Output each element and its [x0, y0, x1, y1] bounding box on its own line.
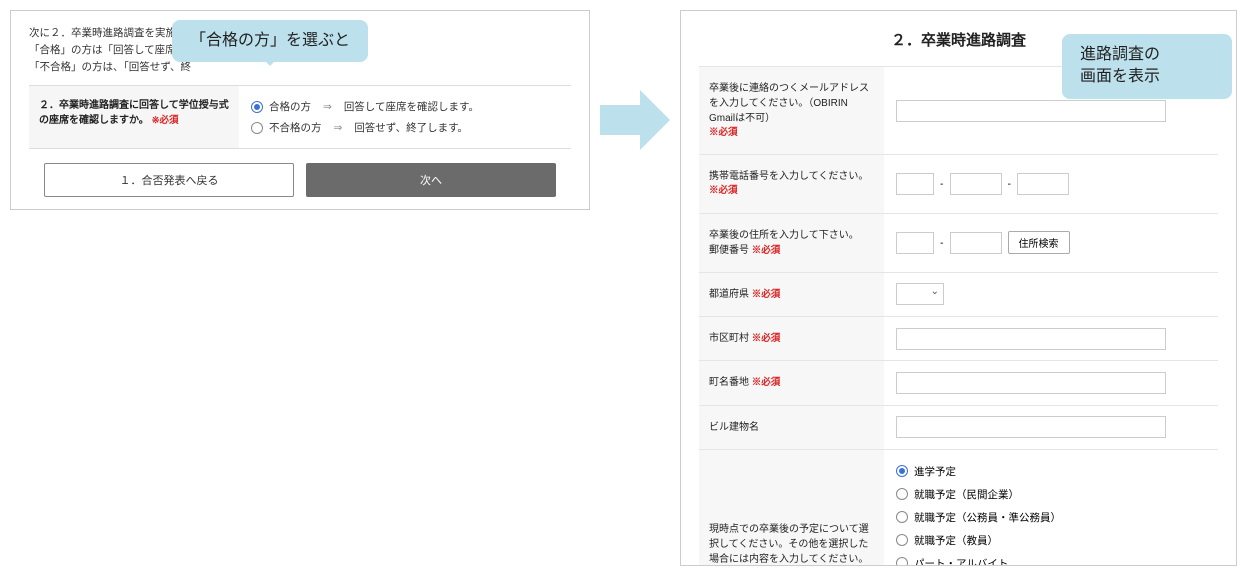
pref-field [884, 273, 1218, 316]
plan-label: 現時点での卒業後の予定について選択してください。その他を選択した場合には内容を入… [699, 450, 884, 567]
plan-options: 進学予定就職予定（民間企業） 就職予定（公務員・準公務員） 就職予定（教員） パート・… [884, 450, 1218, 567]
email-input[interactable] [896, 100, 1166, 122]
required-mark: ※必須 [709, 126, 874, 140]
plan-option-label: 就職予定（公務員・準公務員） [914, 510, 1061, 525]
option-pass-label: 合格の方 [269, 99, 311, 114]
postal-input-1[interactable] [896, 232, 934, 254]
radio-icon [896, 465, 908, 477]
required-mark: ※必須 [152, 115, 179, 126]
row-plan: 現時点での卒業後の予定について選択してください。その他を選択した場合には内容を入… [699, 449, 1218, 567]
row-pref: 都道府県 ※必須 [699, 272, 1218, 316]
next-button[interactable]: 次へ [306, 163, 556, 197]
required-mark: ※必須 [752, 289, 781, 300]
plan-option-label: 進学予定 [914, 464, 956, 479]
separator: - [940, 237, 944, 249]
back-button[interactable]: １．合否発表へ戻る [44, 163, 294, 197]
option-fail-desc: 回答せず、終了します。 [354, 120, 468, 135]
arrow-icon: ⇒ [323, 101, 332, 113]
pref-select[interactable] [896, 283, 944, 305]
survey-confirm-label: ２．卒業時進路調査に回答して学位授与式の座席を確認しますか。 ※必須 [29, 86, 239, 148]
label-text: 現時点での卒業後の予定について選択してください。その他を選択した場合には内容を入… [709, 522, 874, 566]
street-input[interactable] [896, 372, 1166, 394]
plan-option[interactable]: 就職予定（公務員・準公務員） [896, 506, 1206, 529]
flow-arrow-icon [600, 90, 670, 150]
callout-text-2: 画面を表示 [1080, 68, 1160, 85]
city-field [884, 317, 1218, 360]
plan-option[interactable]: 就職予定（教員） [896, 529, 1206, 552]
label-text: 市区町村 [709, 333, 749, 344]
street-field [884, 361, 1218, 404]
callout-text-1: 進路調査の [1080, 46, 1160, 63]
label-text-2: 郵便番号 [709, 245, 749, 256]
email-label: 卒業後に連絡のつくメールアドレスを入力してください。（OBIRIN Gmailは… [699, 67, 884, 154]
phone-label: 携帯電話番号を入力してください。 ※必須 [699, 155, 884, 212]
row-street: 町名番地 ※必須 [699, 360, 1218, 404]
city-input[interactable] [896, 328, 1166, 350]
radio-icon [251, 101, 263, 113]
label-text: ビル建物名 [709, 420, 874, 435]
building-input[interactable] [896, 416, 1166, 438]
phone-input-3[interactable] [1017, 173, 1069, 195]
building-field [884, 406, 1218, 449]
radio-icon [896, 534, 908, 546]
separator: - [1008, 178, 1012, 190]
phone-input-1[interactable] [896, 173, 934, 195]
row-postal: 卒業後の住所を入力して下さい。 郵便番号 ※必須 - 住所検索 [699, 213, 1218, 272]
required-mark: ※必須 [709, 184, 874, 198]
row-building: ビル建物名 [699, 405, 1218, 449]
label-text: 都道府県 [709, 289, 749, 300]
radio-icon [896, 511, 908, 523]
separator: - [940, 178, 944, 190]
survey-confirm-row: ２．卒業時進路調査に回答して学位授与式の座席を確認しますか。 ※必須 合格の方 … [29, 85, 571, 149]
label-text: 携帯電話番号を入力してください。 [709, 169, 874, 184]
street-label: 町名番地 ※必須 [699, 361, 884, 404]
radio-icon [896, 557, 908, 566]
option-pass-desc: 回答して座席を確認します。 [344, 99, 479, 114]
postal-field: - 住所検索 [884, 214, 1218, 272]
label-text-1: 卒業後の住所を入力して下さい。 [709, 228, 874, 243]
required-mark: ※必須 [752, 377, 781, 388]
radio-icon [251, 122, 263, 134]
intro-line-3: 「不合格」の方は、「回答せず、終 [29, 61, 191, 73]
address-search-button[interactable]: 住所検索 [1008, 231, 1070, 254]
callout-text: 「合格の方」を選ぶと [190, 32, 350, 49]
row-phone: 携帯電話番号を入力してください。 ※必須 - - [699, 154, 1218, 212]
plan-option[interactable]: 進学予定 [896, 460, 1206, 483]
survey-confirm-options: 合格の方 ⇒ 回答して座席を確認します。 不合格の方 ⇒ 回答せず、終了します。 [239, 86, 571, 148]
city-label: 市区町村 ※必須 [699, 317, 884, 360]
pref-label: 都道府県 ※必須 [699, 273, 884, 316]
postal-input-2[interactable] [950, 232, 1002, 254]
required-mark: ※必須 [752, 245, 781, 256]
phone-field: - - [884, 155, 1218, 212]
plan-option[interactable]: パート・アルバイト [896, 552, 1206, 567]
phone-input-2[interactable] [950, 173, 1002, 195]
plan-option[interactable]: 就職予定（民間企業） [896, 483, 1206, 506]
radio-icon [896, 488, 908, 500]
callout-show-survey: 進路調査の 画面を表示 [1062, 34, 1232, 99]
question-text: ２．卒業時進路調査に回答して学位授与式の座席を確認しますか。 [39, 100, 229, 126]
button-row: １．合否発表へ戻る 次へ [29, 163, 571, 197]
plan-option-label: 就職予定（民間企業） [914, 487, 1019, 502]
plan-option-label: パート・アルバイト [914, 556, 1008, 567]
required-mark: ※必須 [752, 333, 781, 344]
callout-select-pass: 「合格の方」を選ぶと [172, 20, 368, 62]
label-text: 卒業後に連絡のつくメールアドレスを入力してください。（OBIRIN Gmailは… [709, 81, 874, 126]
postal-label: 卒業後の住所を入力して下さい。 郵便番号 ※必須 [699, 214, 884, 272]
plan-option-label: 就職予定（教員） [914, 533, 998, 548]
option-fail[interactable]: 不合格の方 ⇒ 回答せず、終了します。 [251, 117, 559, 138]
building-label: ビル建物名 [699, 406, 884, 449]
row-city: 市区町村 ※必須 [699, 316, 1218, 360]
option-fail-label: 不合格の方 [269, 120, 322, 135]
option-pass[interactable]: 合格の方 ⇒ 回答して座席を確認します。 [251, 96, 559, 117]
arrow-icon: ⇒ [334, 122, 343, 134]
label-text: 町名番地 [709, 377, 749, 388]
